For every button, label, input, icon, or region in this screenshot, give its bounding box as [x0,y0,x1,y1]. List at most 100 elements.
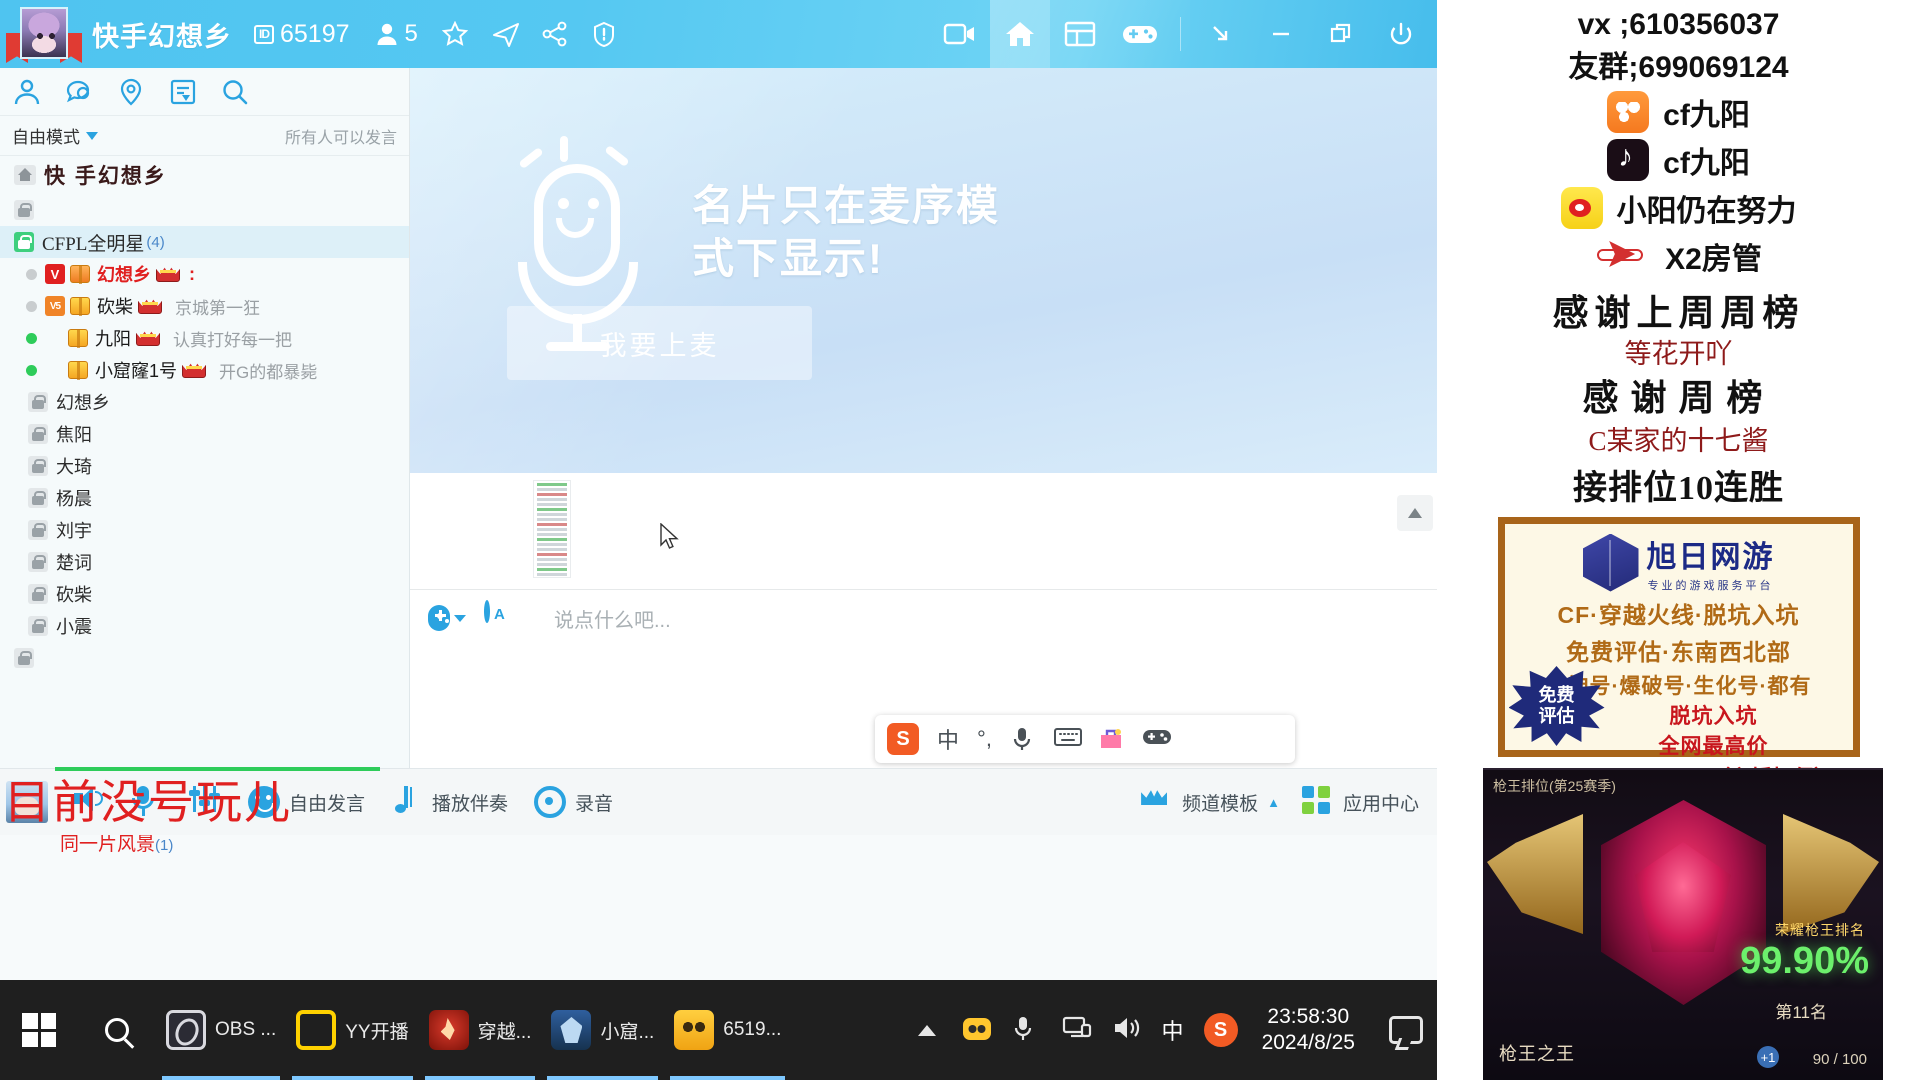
crown-icon [138,296,162,316]
locked-channel-row[interactable]: 楚词 [0,546,409,578]
restore-icon[interactable] [1311,0,1371,68]
crown-icon [1141,786,1173,818]
screen-tray-icon[interactable] [1062,1015,1092,1045]
chat-input-field[interactable]: 说点什么吧... [554,604,671,633]
locked-channel-row[interactable]: 杨晨 [0,482,409,514]
home-icon[interactable] [990,0,1050,68]
locked-channel-row-empty-2[interactable] [0,642,409,674]
take-mic-button[interactable]: 我要上麦 [507,306,812,380]
taskbar-app-game-label: 小窟... [600,1021,655,1043]
record-button[interactable]: 录音 [534,786,613,818]
gamepad-icon[interactable] [1110,0,1170,68]
power-icon[interactable] [1371,0,1431,68]
locked-channel-row[interactable]: 刘宇 [0,514,409,546]
ad-brand-name: 旭日网游 [1646,541,1775,574]
user-name: 小窟窿1号 [95,361,178,381]
favorite-star-icon[interactable] [441,20,469,47]
message-thumbnail[interactable] [533,480,571,578]
locked-channel-row[interactable]: 大琦 [0,450,409,482]
selected-channel-row[interactable]: CFPL全明星 (4) [0,226,409,258]
start-button[interactable] [0,980,78,1080]
share-icon[interactable] [542,21,568,47]
taskbar-app-game[interactable]: 小窟... [541,980,664,1080]
mic-icon[interactable] [1010,726,1036,752]
chevron-up-icon[interactable] [912,1015,942,1045]
channel-template-button[interactable]: 频道模板 ▲ [1141,786,1280,818]
locked-channel-row[interactable]: 焦阳 [0,418,409,450]
board-icon[interactable] [1050,0,1110,68]
user-count-icon [377,23,397,45]
contacts-icon[interactable] [12,77,42,107]
minimize-icon[interactable] [1251,0,1311,68]
rank-title: 枪王之王 [1499,1044,1575,1064]
lock-icon-active [14,232,34,252]
location-icon[interactable] [116,77,146,107]
video-icon[interactable] [930,0,990,68]
douyin-name: cf九阳 [1663,147,1750,180]
user-row[interactable]: 九阳 认真打好每一把 [0,322,409,354]
keyboard-icon[interactable] [1053,726,1082,752]
subchannel-icon[interactable] [168,77,198,107]
burst-line-1: 免费 [1538,685,1575,706]
lock-icon [28,456,48,476]
ime-mode-indicator[interactable]: 中 [1162,1014,1184,1046]
account-row-douyin: cf九阳 [1437,138,1920,182]
locked-channel-label: 砍柴 [56,585,92,605]
taskbar-clock[interactable]: 23:58:30 2024/8/25 [1262,1004,1355,1057]
sogou-tray-icon[interactable]: S [1203,1013,1238,1047]
airplane-icon[interactable] [492,21,519,47]
yy-client-window: 快手幻想乡 ID 65197 5 自由模式 所有人可以发言 快 手幻想乡 CFP… [0,0,1437,980]
user-row[interactable]: V 幻想乡 : [0,258,409,290]
windows-logo-icon [22,1013,56,1047]
taskbar-app-obs[interactable]: OBS ... [156,980,286,1080]
root-channel-row[interactable]: 快 手幻想乡 [0,156,409,194]
minimize-to-tray-icon[interactable] [1191,0,1251,68]
notification-center-icon[interactable] [1389,1016,1423,1044]
shirt-icon [69,264,91,284]
microphone-tray-icon[interactable] [1012,1015,1042,1045]
gamepad-icon[interactable] [428,603,466,633]
honor-label: 荣耀枪王排名 [1775,922,1865,938]
ime-punct-label[interactable]: °, [977,726,992,752]
locked-channel-label: 杨晨 [56,489,92,509]
taskbar-search-button[interactable] [78,980,156,1080]
ad-line-2: 免费评估·东南西北部 [1566,639,1791,665]
gamepad-icon[interactable] [1142,726,1171,752]
info-icon[interactable] [592,21,618,48]
taskbar-app-crossfire-label: 穿越... [477,1021,532,1043]
chat-input-tools: 说点什么吧... [410,590,1437,646]
chat-bubble-icon[interactable] [64,77,94,107]
ime-mode-label[interactable]: 中 [937,723,959,755]
titlebar-right-actions [930,0,1437,68]
locked-channel-row[interactable]: 砍柴 [0,578,409,610]
locked-channel-row-empty[interactable] [0,194,409,226]
thanks-last-week-name: 等花开吖 [1624,339,1733,369]
vip-badge-icon: V [45,264,65,284]
play-accompaniment-label: 播放伴奏 [432,793,509,815]
locked-channel-row[interactable]: 小震 [0,610,409,642]
toolbox-icon[interactable] [1098,726,1124,752]
game-icon [551,1010,592,1050]
volume-tray-icon[interactable] [1112,1015,1142,1045]
search-icon[interactable] [220,77,250,107]
selected-channel-count: (4) [146,233,165,251]
taskbar-app-yy-live[interactable]: YY开播 [286,980,418,1080]
locked-channel-row[interactable]: 幻想乡 [0,386,409,418]
locked-channel-label: 幻想乡 [56,393,110,413]
scroll-to-top-button[interactable] [1397,495,1433,531]
yy-tray-icon[interactable] [962,1015,992,1045]
user-row[interactable]: 小窟窿1号 开G的都暴毙 [0,354,409,386]
obs-icon [166,1010,206,1050]
emoji-a-icon[interactable] [484,600,522,633]
sogou-logo-icon[interactable]: S [887,723,919,755]
sidebar-toolbar [0,68,409,116]
user-row[interactable]: V5 砍柴 京城第一狂 [0,290,409,322]
app-center-button[interactable]: 应用中心 [1301,786,1419,818]
taskbar-app-yy-client[interactable]: 6519... [664,980,791,1080]
mode-dropdown[interactable]: 自由模式 [12,123,98,148]
room-avatar[interactable] [6,5,82,63]
play-accompaniment-button[interactable]: 播放伴奏 [391,786,508,818]
taskbar-app-yy-client-label: 6519... [723,1019,782,1040]
avatar-image [20,7,68,59]
taskbar-app-crossfire[interactable]: 穿越... [419,980,542,1080]
